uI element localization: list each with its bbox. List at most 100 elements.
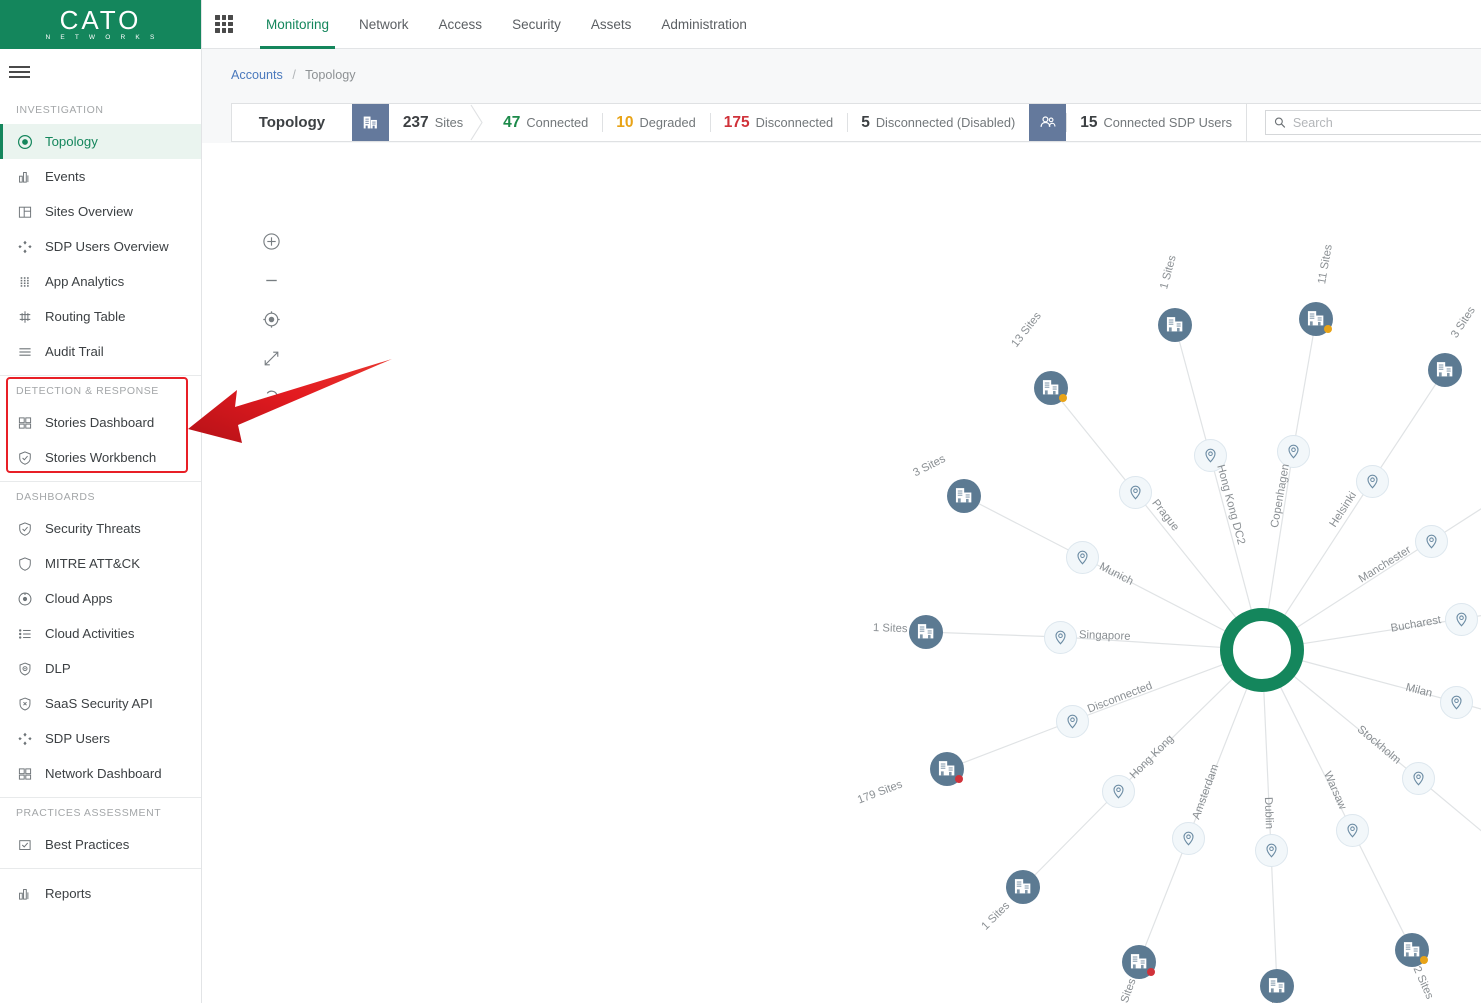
stat-degraded[interactable]: 10Degraded (602, 104, 709, 141)
dashboard-grid-icon (17, 415, 33, 431)
aperture-icon (17, 591, 33, 607)
shield-target-icon (16, 660, 33, 677)
site-group-node[interactable] (1260, 969, 1294, 1003)
tab-administration[interactable]: Administration (646, 0, 762, 49)
site-group-node[interactable] (909, 615, 943, 649)
sidebar-item-events[interactable]: Events (0, 159, 201, 194)
pop-node[interactable] (1336, 814, 1369, 847)
top-tabs: MonitoringNetworkAccessSecurityAssetsAdm… (251, 0, 762, 49)
sidebar-item-sites-overview[interactable]: Sites Overview (0, 194, 201, 229)
sidebar-item-dlp[interactable]: DLP (0, 651, 201, 686)
sidebar-item-routing-table[interactable]: Routing Table (0, 299, 201, 334)
location-pin-icon (1364, 473, 1381, 490)
location-pin-icon (1410, 770, 1427, 787)
hamburger-menu-icon[interactable] (0, 49, 201, 95)
search-input[interactable] (1293, 116, 1481, 130)
bar-chart-icon (16, 885, 33, 902)
pop-node[interactable] (1044, 621, 1077, 654)
zoom-out-button[interactable] (258, 267, 284, 293)
site-group-node[interactable] (1122, 945, 1156, 979)
pop-node[interactable] (1102, 775, 1135, 808)
pop-node[interactable] (1194, 439, 1227, 472)
site-group-node[interactable] (1395, 933, 1429, 967)
location-pin-icon (1110, 783, 1127, 800)
sidebar-item-mitre-att-ck[interactable]: MITRE ATT&CK (0, 546, 201, 581)
breadcrumb-accounts-link[interactable]: Accounts (231, 68, 283, 82)
pop-node[interactable] (1356, 465, 1389, 498)
sidebar-item-cloud-apps[interactable]: Cloud Apps (0, 581, 201, 616)
sidebar-item-label: App Analytics (45, 274, 124, 289)
sidebar-item-sdp-users[interactable]: SDP Users (0, 721, 201, 756)
sidebar-item-reports[interactable]: Reports (0, 876, 201, 911)
topology-edges (202, 143, 1481, 1003)
refresh-button[interactable] (258, 384, 284, 410)
location-pin-icon (1180, 830, 1197, 847)
sidebar-item-network-dashboard[interactable]: Network Dashboard (0, 756, 201, 791)
sidebar-item-stories-dashboard[interactable]: Stories Dashboard (0, 405, 201, 440)
location-pin-icon (1344, 822, 1361, 839)
pop-node[interactable] (1056, 705, 1089, 738)
stat-disconnected[interactable]: 175Disconnected (710, 104, 847, 141)
brand-logo[interactable]: CATO N E T W O R K S (0, 0, 201, 49)
zoom-in-button[interactable] (258, 228, 284, 254)
site-group-node[interactable] (930, 752, 964, 786)
sidebar-item-security-threats[interactable]: Security Threats (0, 511, 201, 546)
tab-security[interactable]: Security (497, 0, 576, 49)
target-icon (17, 134, 33, 150)
stat-connected[interactable]: 47Connected (489, 104, 602, 141)
sidebar-item-best-practices[interactable]: Best Practices (0, 827, 201, 862)
pop-node[interactable] (1415, 525, 1448, 558)
tab-network[interactable]: Network (344, 0, 424, 49)
stat-disconnected-disabled[interactable]: 5Disconnected (Disabled) (847, 104, 1029, 141)
search-container (1246, 104, 1481, 141)
tab-assets[interactable]: Assets (576, 0, 647, 49)
sidebar-section-title-investigation: INVESTIGATION (0, 95, 201, 124)
site-group-node[interactable] (1428, 353, 1462, 387)
bar-chart-icon (17, 169, 33, 185)
pop-node[interactable] (1119, 476, 1152, 509)
topology-status-bar: Topology 237Sites47Connected10Degraded17… (231, 103, 1481, 142)
topology-canvas[interactable]: Prague13 SitesHong Kong DC21 SitesCopenh… (202, 143, 1481, 1003)
dashboard-grid-icon (16, 765, 33, 782)
buildings-icon[interactable] (352, 104, 389, 141)
recenter-button[interactable] (258, 306, 284, 332)
pop-node[interactable] (1277, 435, 1310, 468)
tab-monitoring[interactable]: Monitoring (251, 0, 344, 49)
pop-node[interactable] (1172, 822, 1205, 855)
pop-node[interactable] (1440, 686, 1473, 719)
sidebar-item-audit-trail[interactable]: Audit Trail (0, 334, 201, 369)
sidebar-section-title-detection-response: DETECTION & RESPONSE (0, 376, 201, 405)
site-group-node[interactable] (1299, 302, 1333, 336)
sidebar-item-label: Reports (45, 886, 91, 901)
grid-apps-icon[interactable] (213, 13, 235, 35)
sidebar-item-topology[interactable]: Topology (0, 124, 201, 159)
list-lines-icon (17, 344, 33, 360)
pop-node[interactable] (1445, 603, 1478, 636)
sidebar-item-stories-workbench[interactable]: Stories Workbench (0, 440, 201, 475)
pop-node[interactable] (1066, 541, 1099, 574)
sidebar-item-saas-security-api[interactable]: SaaS Security API (0, 686, 201, 721)
sidebar-item-sdp-users-overview[interactable]: SDP Users Overview (0, 229, 201, 264)
expand-button[interactable] (258, 345, 284, 371)
site-group-node[interactable] (1158, 308, 1192, 342)
bullet-list-icon (17, 626, 33, 642)
search-box[interactable] (1265, 110, 1481, 135)
stat-connected-sdp-users[interactable]: 15Connected SDP Users (1066, 104, 1246, 141)
topology-hub-node[interactable] (1220, 608, 1304, 692)
site-group-node[interactable] (1006, 870, 1040, 904)
site-group-node[interactable] (947, 479, 981, 513)
site-status-badge (1059, 394, 1067, 402)
pop-node[interactable] (1255, 834, 1288, 867)
sidebar-item-label: Stories Workbench (45, 450, 156, 465)
sidebar-item-cloud-activities[interactable]: Cloud Activities (0, 616, 201, 651)
location-pin-icon (1064, 713, 1081, 730)
tab-access[interactable]: Access (424, 0, 498, 49)
shield-check-icon (16, 449, 33, 466)
site-group-node[interactable] (1034, 371, 1068, 405)
pop-node[interactable] (1402, 762, 1435, 795)
sidebar-item-app-analytics[interactable]: App Analytics (0, 264, 201, 299)
users-icon[interactable] (1029, 104, 1066, 141)
checkbox-icon (16, 836, 33, 853)
chevron-divider-icon (477, 104, 489, 141)
stat-sites[interactable]: 237Sites (389, 104, 477, 141)
